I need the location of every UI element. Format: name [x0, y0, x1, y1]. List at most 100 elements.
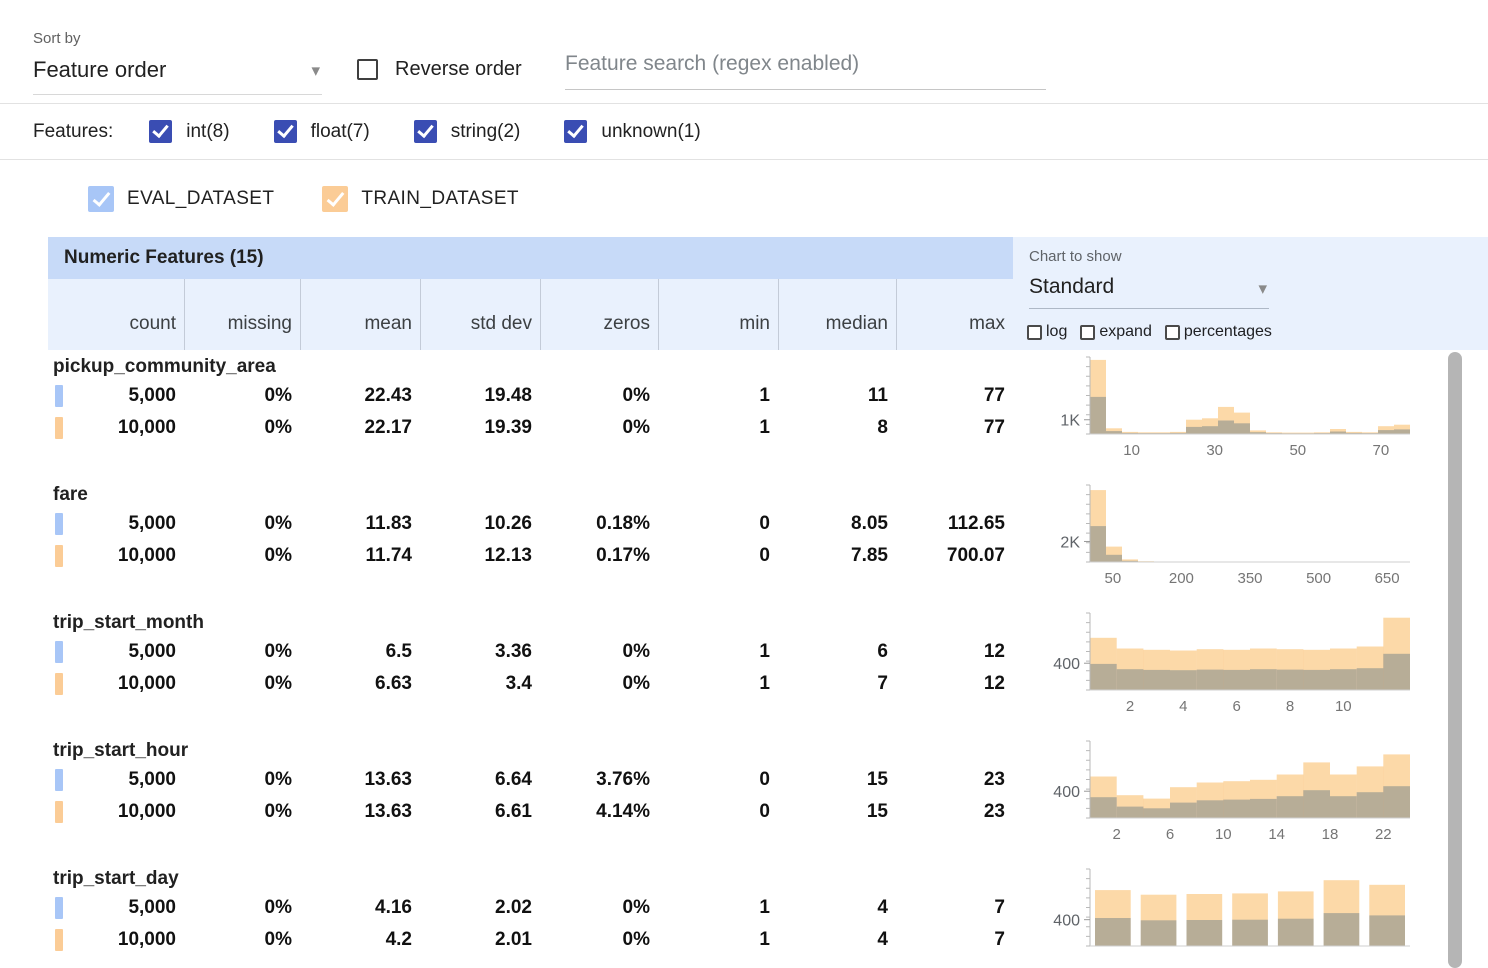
scrollbar-thumb[interactable] — [1448, 352, 1462, 968]
checkbox-checked-icon[interactable] — [274, 120, 297, 143]
stat-cell: 6 — [778, 641, 896, 663]
feature-type-label: string(2) — [451, 121, 521, 143]
feature-row: fare5,0000%11.8310.260.18%08.05112.6510,… — [0, 478, 1488, 606]
stat-row-eval: 5,0000%22.4319.480%11177 — [48, 380, 1013, 412]
stat-cell: 3.4 — [420, 673, 540, 695]
checkbox-unchecked-icon[interactable] — [1165, 325, 1180, 340]
reverse-order-toggle[interactable]: Reverse order — [357, 58, 522, 81]
svg-text:50: 50 — [1289, 442, 1306, 459]
stat-cell: 0% — [184, 673, 300, 695]
stat-cell: 8 — [778, 417, 896, 439]
stat-cell: 6.63 — [300, 673, 420, 695]
svg-text:1K: 1K — [1060, 413, 1080, 430]
stat-cell: 12 — [896, 641, 1013, 663]
feature-search-input[interactable] — [565, 52, 1046, 90]
feature-histogram: 2K50200350500650 — [1045, 480, 1415, 595]
stat-cell: 2.01 — [420, 929, 540, 951]
stat-cell: 0% — [184, 801, 300, 823]
feature-stats: trip_start_day5,0000%4.162.020%14710,000… — [48, 862, 1013, 956]
train-swatch — [55, 417, 63, 439]
feature-type-filter[interactable]: int(8) — [149, 120, 229, 143]
dataset-label: EVAL_DATASET — [127, 188, 274, 210]
stat-cell: 0% — [184, 417, 300, 439]
eval-swatch — [55, 385, 63, 407]
feature-stats: trip_start_hour5,0000%13.636.643.76%0152… — [48, 734, 1013, 828]
reverse-order-label: Reverse order — [395, 58, 522, 81]
chart-toggle[interactable]: log — [1027, 323, 1067, 341]
reverse-order-checkbox[interactable] — [357, 59, 378, 80]
svg-text:14: 14 — [1268, 826, 1285, 843]
feature-type-label: unknown(1) — [601, 121, 700, 143]
stat-cell: 0% — [184, 897, 300, 919]
dataset-toggle[interactable]: TRAIN_DATASET — [322, 186, 519, 212]
checkbox-unchecked-icon[interactable] — [1080, 325, 1095, 340]
stat-cell: 22.43 — [300, 385, 420, 407]
feature-row: trip_start_day5,0000%4.162.020%14710,000… — [0, 862, 1488, 968]
feature-name: trip_start_day — [48, 862, 1013, 892]
feature-histogram: 4002610141822 — [1045, 736, 1415, 851]
checkbox-checked-icon[interactable] — [414, 120, 437, 143]
dataset-toggle[interactable]: EVAL_DATASET — [88, 186, 274, 212]
column-header: missing — [184, 279, 300, 350]
stat-cell: 77 — [896, 385, 1013, 407]
stat-cell: 10,000 — [48, 545, 184, 567]
sort-order-select[interactable]: Feature order ▾ — [33, 57, 322, 95]
dataset-checkbox-icon[interactable] — [322, 186, 348, 212]
stat-cell: 7.85 — [778, 545, 896, 567]
dataset-checkbox-icon[interactable] — [88, 186, 114, 212]
checkbox-unchecked-icon[interactable] — [1027, 325, 1042, 340]
svg-text:22: 22 — [1375, 826, 1392, 843]
chart-type-value: Standard — [1029, 275, 1114, 298]
feature-row: pickup_community_area5,0000%22.4319.480%… — [0, 350, 1488, 478]
chart-toggle-label: expand — [1099, 323, 1152, 341]
stat-row-eval: 5,0000%6.53.360%1612 — [48, 636, 1013, 668]
chevron-down-icon: ▾ — [311, 61, 320, 81]
feature-type-filter[interactable]: string(2) — [414, 120, 521, 143]
column-header: median — [778, 279, 896, 350]
chart-toggle-label: log — [1046, 323, 1067, 341]
stat-cell: 22.17 — [300, 417, 420, 439]
svg-text:70: 70 — [1373, 442, 1390, 459]
stat-cell: 8.05 — [778, 513, 896, 535]
stat-cell: 5,000 — [48, 769, 184, 791]
stat-cell: 12.13 — [420, 545, 540, 567]
feature-histogram: 400246810 — [1045, 608, 1415, 723]
column-header: std dev — [420, 279, 540, 350]
chart-toggle[interactable]: percentages — [1165, 323, 1272, 341]
feature-rows: pickup_community_area5,0000%22.4319.480%… — [0, 350, 1488, 968]
stat-cell: 13.63 — [300, 769, 420, 791]
checkbox-checked-icon[interactable] — [564, 120, 587, 143]
svg-text:30: 30 — [1206, 442, 1223, 459]
chart-toggles: log expand percentages — [1027, 323, 1272, 341]
stat-cell: 15 — [778, 769, 896, 791]
stat-row-train: 10,0000%22.1719.390%1877 — [48, 412, 1013, 444]
checkbox-checked-icon[interactable] — [149, 120, 172, 143]
stat-cell: 0% — [184, 385, 300, 407]
svg-text:500: 500 — [1306, 570, 1331, 587]
svg-text:2K: 2K — [1060, 534, 1080, 551]
stat-cell: 6.61 — [420, 801, 540, 823]
svg-text:10: 10 — [1335, 698, 1352, 715]
stat-cell: 2.02 — [420, 897, 540, 919]
stat-cell: 10,000 — [48, 801, 184, 823]
stat-cell: 1 — [658, 641, 778, 663]
feature-name: fare — [48, 478, 1013, 508]
stat-cell: 19.48 — [420, 385, 540, 407]
chart-type-select[interactable]: Standard ▾ — [1029, 275, 1269, 309]
stat-cell: 1 — [658, 417, 778, 439]
table-title: Numeric Features (15) — [48, 237, 1013, 279]
stat-row-train: 10,0000%13.636.614.14%01523 — [48, 796, 1013, 828]
svg-text:50: 50 — [1105, 570, 1122, 587]
chart-toggle[interactable]: expand — [1080, 323, 1152, 341]
stat-cell: 0% — [540, 897, 658, 919]
feature-type-filter[interactable]: unknown(1) — [564, 120, 700, 143]
svg-text:6: 6 — [1233, 698, 1241, 715]
chart-to-show-label: Chart to show — [1029, 248, 1122, 265]
stat-cell: 5,000 — [48, 385, 184, 407]
stat-cell: 1 — [658, 673, 778, 695]
feature-type-filter[interactable]: float(7) — [274, 120, 370, 143]
stat-row-train: 10,0000%6.633.40%1712 — [48, 668, 1013, 700]
numeric-features-table: Numeric Features (15) Chart to show Stan… — [0, 237, 1488, 968]
stat-cell: 0% — [184, 513, 300, 535]
feature-histogram: 400 — [1045, 864, 1415, 968]
